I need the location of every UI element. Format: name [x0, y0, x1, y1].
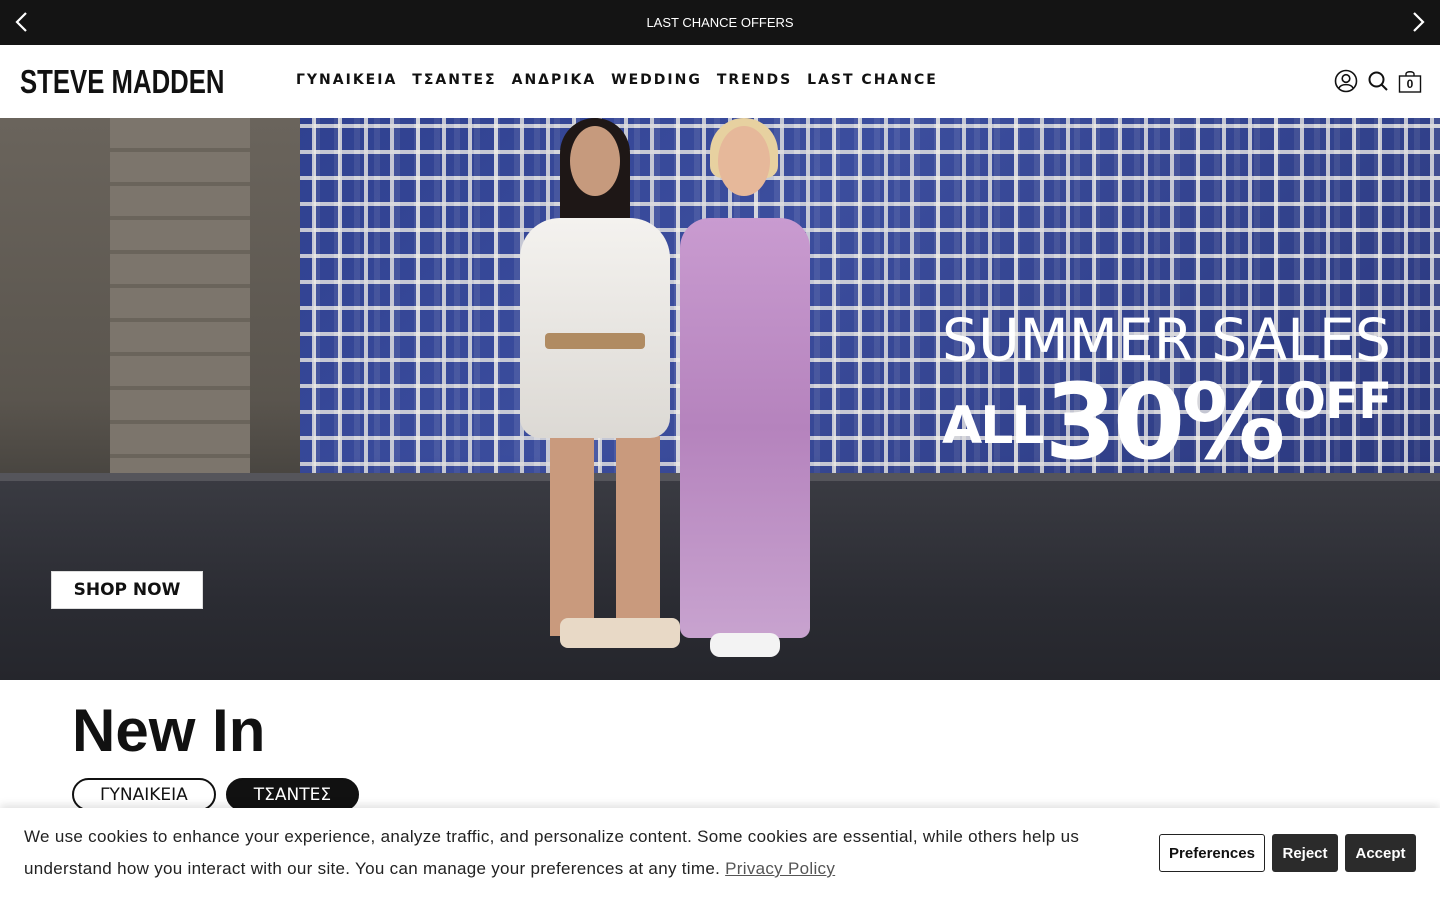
- hero-all: ALL: [942, 396, 1045, 456]
- chevron-left-icon[interactable]: [10, 10, 34, 34]
- white-flats: [710, 633, 780, 657]
- cookie-banner: We use cookies to enhance your experienc…: [0, 808, 1440, 900]
- hero-offer: ALL 30% OFF: [942, 370, 1400, 474]
- model-face: [570, 126, 620, 196]
- hero-percent: 30%: [1044, 361, 1286, 483]
- sandals: [560, 618, 680, 648]
- nav-item-bags[interactable]: ΤΣΑΝΤΕΣ: [412, 72, 496, 88]
- preferences-button[interactable]: Preferences: [1159, 834, 1265, 872]
- hero-off: OFF: [1283, 372, 1392, 430]
- nav-item-wedding[interactable]: WEDDING: [611, 72, 702, 88]
- chevron-right-icon[interactable]: [1406, 10, 1430, 34]
- nav-item-men[interactable]: ΑΝΔΡΙΚΑ: [512, 72, 597, 88]
- announcement-text[interactable]: LAST CHANCE OFFERS: [646, 15, 793, 30]
- belt: [545, 333, 645, 349]
- logo[interactable]: STEVE MADDEN: [20, 63, 225, 101]
- lilac-lace-dress: [680, 218, 810, 638]
- account-icon[interactable]: [1334, 69, 1358, 93]
- announcement-bar: LAST CHANCE OFFERS: [0, 0, 1440, 45]
- accept-button[interactable]: Accept: [1345, 834, 1416, 872]
- model-legs: [550, 436, 660, 636]
- hero-line-summer-sales: SUMMER SALES: [942, 306, 1391, 374]
- new-in-tabs: ΓΥΝΑΙΚΕΙΑ ΤΣΑΝΤΕΣ: [72, 778, 360, 811]
- nav-item-trends[interactable]: TRENDS: [717, 72, 792, 88]
- cookie-text: We use cookies to enhance your experienc…: [24, 821, 1114, 885]
- white-dress: [520, 218, 670, 438]
- nav-item-women[interactable]: ΓΥΝΑΙΚΕΙΑ: [296, 72, 397, 88]
- model-face-2: [718, 126, 770, 196]
- nav-item-last-chance[interactable]: LAST CHANCE: [807, 72, 938, 88]
- reject-button[interactable]: Reject: [1272, 834, 1338, 872]
- shop-now-button[interactable]: SHOP NOW: [51, 571, 203, 609]
- cookie-buttons: Preferences Reject Accept: [1159, 834, 1416, 872]
- hero-banner[interactable]: SUMMER SALES ALL 30% OFF SHOP NOW: [0, 118, 1440, 680]
- search-icon[interactable]: [1366, 69, 1390, 93]
- tab-women[interactable]: ΓΥΝΑΙΚΕΙΑ: [72, 778, 216, 811]
- cookie-message: We use cookies to enhance your experienc…: [24, 827, 1080, 878]
- tab-bags[interactable]: ΤΣΑΝΤΕΣ: [225, 778, 360, 811]
- new-in-heading: New In: [72, 697, 266, 764]
- site-header: STEVE MADDEN ΓΥΝΑΙΚΕΙΑ ΤΣΑΝΤΕΣ ΑΝΔΡΙΚΑ W…: [0, 45, 1440, 118]
- header-icons: 0: [1334, 69, 1422, 93]
- hero-headline: SUMMER SALES ALL 30% OFF: [942, 306, 1400, 474]
- cart-count: 0: [1406, 77, 1414, 91]
- privacy-policy-link[interactable]: Privacy Policy: [725, 859, 835, 878]
- main-nav: ΓΥΝΑΙΚΕΙΑ ΤΣΑΝΤΕΣ ΑΝΔΡΙΚΑ WEDDING TRENDS…: [296, 72, 953, 88]
- cart-icon[interactable]: 0: [1398, 69, 1422, 93]
